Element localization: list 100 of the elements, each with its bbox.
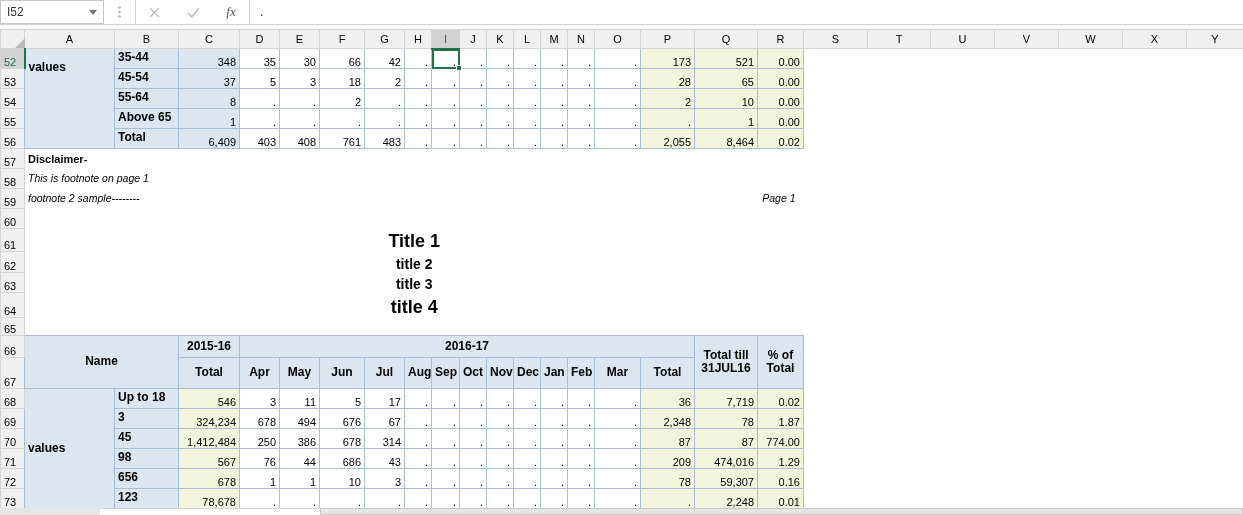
row-header[interactable]: 61: [0, 228, 25, 252]
table-cell: .: [594, 448, 641, 469]
table-cell: .: [540, 468, 568, 489]
table-cell: .: [513, 428, 541, 449]
table-cell: 403: [239, 128, 280, 149]
table-cell: 483: [364, 128, 405, 149]
row-header[interactable]: 72: [0, 468, 25, 489]
row-header[interactable]: 54: [0, 88, 25, 109]
table-cell: .: [540, 68, 568, 89]
column-header[interactable]: O: [594, 29, 641, 49]
column-header[interactable]: Q: [694, 29, 758, 49]
row-header[interactable]: 57: [0, 148, 25, 169]
column-header[interactable]: X: [1122, 29, 1187, 49]
table-cell: 386: [279, 428, 320, 449]
table-cell: .: [459, 128, 487, 149]
table-cell: .: [431, 48, 460, 69]
row-header[interactable]: 56: [0, 128, 25, 149]
row-header[interactable]: 71: [0, 448, 25, 469]
column-heading: % of Total: [757, 335, 804, 389]
table-cell: 761: [319, 128, 365, 149]
column-header[interactable]: C: [178, 29, 240, 49]
column-header[interactable]: U: [930, 29, 995, 49]
table-cell: .: [540, 108, 568, 129]
group-label: values: [24, 388, 115, 508]
table-cell: .: [513, 88, 541, 109]
row-header[interactable]: 55: [0, 108, 25, 129]
column-header[interactable]: J: [459, 29, 487, 49]
table-cell: .: [594, 128, 641, 149]
caret-icon[interactable]: [89, 9, 97, 15]
sheet-tab-bar[interactable]: [0, 508, 100, 515]
cancel-icon[interactable]: [149, 6, 161, 18]
table-cell: 10: [319, 468, 365, 489]
table-cell: .: [540, 428, 568, 449]
column-header[interactable]: Y: [1186, 29, 1243, 49]
row-header[interactable]: 58: [0, 168, 25, 189]
group-label: values: [24, 48, 115, 149]
column-header[interactable]: A: [24, 29, 115, 49]
table-cell: .: [319, 108, 365, 129]
table-cell: 408: [279, 128, 320, 149]
table-cell: .: [567, 428, 595, 449]
check-icon[interactable]: [186, 6, 200, 18]
column-header[interactable]: I: [431, 29, 460, 49]
table-cell: 18: [319, 68, 365, 89]
column-header[interactable]: V: [994, 29, 1059, 49]
report-title: title 4: [390, 296, 438, 317]
column-header[interactable]: R: [757, 29, 804, 49]
column-heading: Total: [640, 357, 695, 389]
column-heading: Total till 31JUL16: [694, 335, 758, 389]
row-header[interactable]: 70: [0, 428, 25, 449]
column-header[interactable]: D: [239, 29, 280, 49]
table-cell: .: [404, 68, 432, 89]
drag-handle-icon: [118, 6, 121, 18]
table-cell: 35: [239, 48, 280, 69]
table-cell: .: [404, 88, 432, 109]
table-cell: .: [486, 128, 514, 149]
table-cell: .: [459, 448, 487, 469]
horizontal-scrollbar[interactable]: [320, 508, 1243, 515]
table-cell: .: [567, 388, 595, 409]
row-header[interactable]: 68: [0, 388, 25, 409]
row-header[interactable]: 69: [0, 408, 25, 429]
column-header[interactable]: N: [567, 29, 595, 49]
table-cell: 678: [239, 408, 280, 429]
table-cell: .: [404, 108, 432, 129]
row-header[interactable]: 66: [0, 335, 25, 358]
insert-function-button[interactable]: fx: [226, 2, 236, 22]
column-header[interactable]: L: [513, 29, 541, 49]
row-header[interactable]: 52: [0, 48, 25, 69]
row-header[interactable]: 63: [0, 272, 25, 293]
column-header[interactable]: F: [319, 29, 365, 49]
column-header[interactable]: K: [486, 29, 514, 49]
name-box[interactable]: I52: [0, 0, 104, 24]
disclaimer-heading: Disclaimer-: [28, 152, 88, 165]
column-header[interactable]: M: [540, 29, 568, 49]
row-header[interactable]: 53: [0, 68, 25, 89]
column-header[interactable]: B: [114, 29, 179, 49]
table-cell: .: [594, 108, 641, 129]
row-header[interactable]: 64: [0, 292, 25, 318]
table-cell: .: [540, 448, 568, 469]
row-header[interactable]: 60: [0, 208, 25, 229]
column-header[interactable]: P: [640, 29, 695, 49]
row-header[interactable]: 59: [0, 188, 25, 209]
fill-handle[interactable]: [456, 65, 462, 71]
row-header[interactable]: 73: [0, 488, 25, 508]
row-header[interactable]: 67: [0, 357, 25, 389]
table-cell: .: [459, 388, 487, 409]
table-cell: .: [513, 408, 541, 429]
column-header[interactable]: T: [867, 29, 931, 49]
table-cell: 11: [279, 388, 320, 409]
table-cell: .: [567, 128, 595, 149]
column-header[interactable]: W: [1058, 29, 1123, 49]
column-header[interactable]: H: [404, 29, 432, 49]
table-cell: .: [567, 468, 595, 489]
table-cell: .: [486, 68, 514, 89]
row-header[interactable]: 62: [0, 251, 25, 273]
formula-input[interactable]: .: [250, 1, 1243, 23]
column-header[interactable]: S: [803, 29, 868, 49]
column-header[interactable]: G: [364, 29, 405, 49]
column-header[interactable]: E: [279, 29, 320, 49]
table-cell: .: [459, 68, 487, 89]
table-cell: .: [431, 468, 460, 489]
